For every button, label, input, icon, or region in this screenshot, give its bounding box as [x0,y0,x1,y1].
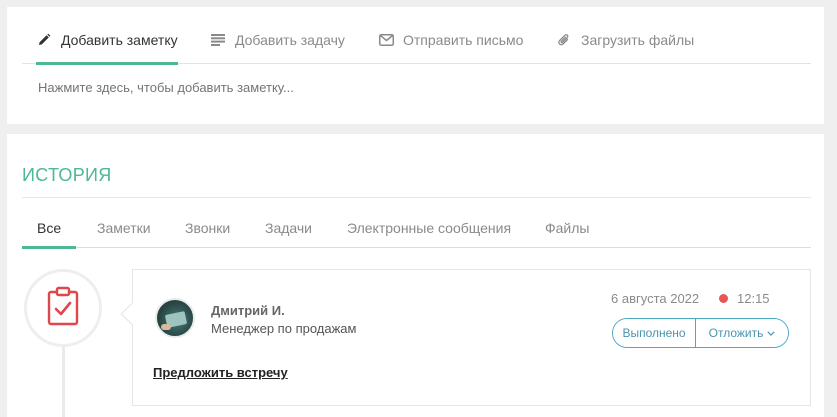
suggest-meeting-link[interactable]: Предложить встречу [153,365,288,380]
tab-label: Добавить задачу [235,32,345,48]
tab-label: Отправить письмо [403,32,524,48]
timeline-marker [24,269,102,347]
tab-calls[interactable]: Звонки [185,220,230,248]
tab-upload-files[interactable]: Загрузить файлы [556,32,694,64]
add-note-panel: Добавить заметку Добавить задачу Отправи… [7,7,824,124]
entry-time: 12:15 [737,291,770,306]
tab-files[interactable]: Файлы [545,220,589,248]
pencil-icon [36,32,52,48]
history-title: ИСТОРИЯ [22,165,112,185]
tab-emails[interactable]: Электронные сообщения [347,220,511,248]
done-button[interactable]: Выполнено [613,319,697,347]
envelope-icon [378,32,394,48]
paperclip-icon [556,32,572,48]
history-divider [22,197,811,198]
tab-notes[interactable]: Заметки [97,220,151,248]
tab-label: Добавить заметку [61,32,178,48]
history-tabs: Все Заметки Звонки Задачи Электронные со… [21,213,811,249]
tab-add-task[interactable]: Добавить задачу [210,32,345,64]
tab-label: Загрузить файлы [581,32,695,48]
tab-add-note[interactable]: Добавить заметку [36,32,178,65]
tab-send-email[interactable]: Отправить письмо [378,32,523,64]
tab-all[interactable]: Все [21,220,77,249]
clipboard-check-icon [47,286,79,331]
list-icon [210,32,226,48]
author-role: Менеджер по продажам [211,321,357,336]
chevron-down-icon [767,330,776,336]
tab-tasks[interactable]: Задачи [265,220,312,248]
entry-pointer [120,302,144,326]
status-dot [719,294,728,303]
entry-date: 6 августа 2022 [611,291,700,306]
history-entry: Дмитрий И. Менеджер по продажам 6 август… [120,269,811,406]
entry-actions: Выполнено Отложить [612,318,789,348]
postpone-button[interactable]: Отложить [696,319,788,347]
note-input[interactable] [38,80,538,95]
history-panel: ИСТОРИЯ Все Заметки Звонки Задачи Электр… [7,134,824,417]
postpone-label: Отложить [708,326,764,340]
note-tabs: Добавить заметку Добавить задачу Отправи… [22,7,811,65]
author-name: Дмитрий И. [211,303,285,318]
avatar [155,298,195,338]
